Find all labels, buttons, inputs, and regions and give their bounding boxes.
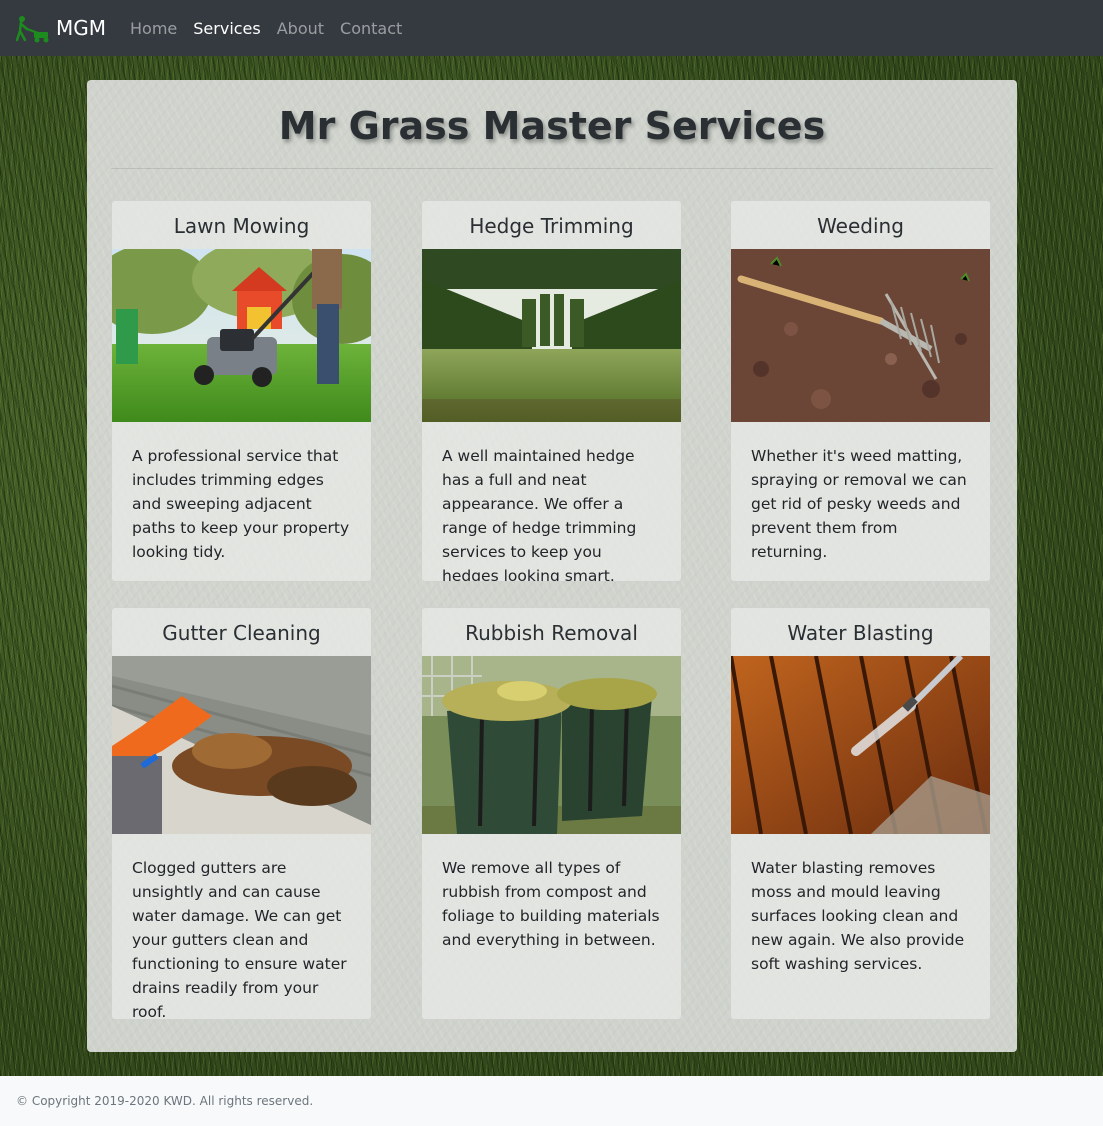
pressure-washing-deck-photo: [731, 656, 990, 834]
card-description: Water blasting removes moss and mould le…: [751, 859, 965, 973]
card-title: Lawn Mowing: [173, 214, 310, 238]
card-description: A professional service that includes tri…: [132, 447, 350, 561]
card-description: We remove all types of rubbish from comp…: [442, 859, 660, 949]
title-divider: [111, 168, 993, 169]
footer: © Copyright 2019-2020 KWD. All rights re…: [0, 1076, 1103, 1126]
card-description: Clogged gutters are unsightly and can ca…: [132, 859, 347, 1020]
brand[interactable]: MGM: [16, 13, 106, 43]
card-title: Water Blasting: [787, 621, 934, 645]
nav-contact[interactable]: Contact: [340, 19, 402, 38]
card-description: Whether it's weed matting, spraying or r…: [751, 447, 967, 561]
service-card-weeding: Weeding Whether it's weed matting, spray…: [730, 200, 991, 582]
copyright-text: © Copyright 2019-2020 KWD. All rights re…: [16, 1094, 314, 1108]
service-card-gutter-cleaning: Gutter Cleaning Clogged gutters are unsi…: [111, 607, 372, 1020]
hedge-garden-photo: [422, 249, 681, 422]
card-title: Rubbish Removal: [465, 621, 638, 645]
garden-waste-bags-photo: [422, 656, 681, 834]
service-card-hedge-trimming: Hedge Trimming A well maintained hedge h…: [421, 200, 682, 582]
service-card-water-blasting: Water Blasting Water blasting removes mo…: [730, 607, 991, 1020]
card-title: Gutter Cleaning: [162, 621, 321, 645]
top-navbar: MGM Home Services About Contact: [0, 0, 1103, 56]
page-title: Mr Grass Master Services: [278, 104, 826, 148]
lawn-mower-photo: [112, 249, 371, 422]
gutter-leaves-photo: [112, 656, 371, 834]
service-card-rubbish-removal: Rubbish Removal We remove all types of r…: [421, 607, 682, 1020]
nav-about[interactable]: About: [277, 19, 324, 38]
card-title: Hedge Trimming: [469, 214, 634, 238]
card-description: A well maintained hedge has a full and n…: [442, 447, 637, 582]
nav-services[interactable]: Services: [193, 19, 260, 38]
services-panel: Mr Grass Master Services Lawn Mowing A p…: [87, 80, 1017, 1052]
garden-rake-soil-photo: [731, 249, 990, 422]
service-card-lawn-mowing: Lawn Mowing A professional service that …: [111, 200, 372, 582]
card-title: Weeding: [817, 214, 904, 238]
nav-home[interactable]: Home: [130, 19, 177, 38]
lawn-mower-logo-icon: [16, 16, 49, 43]
brand-name: MGM: [56, 16, 107, 40]
